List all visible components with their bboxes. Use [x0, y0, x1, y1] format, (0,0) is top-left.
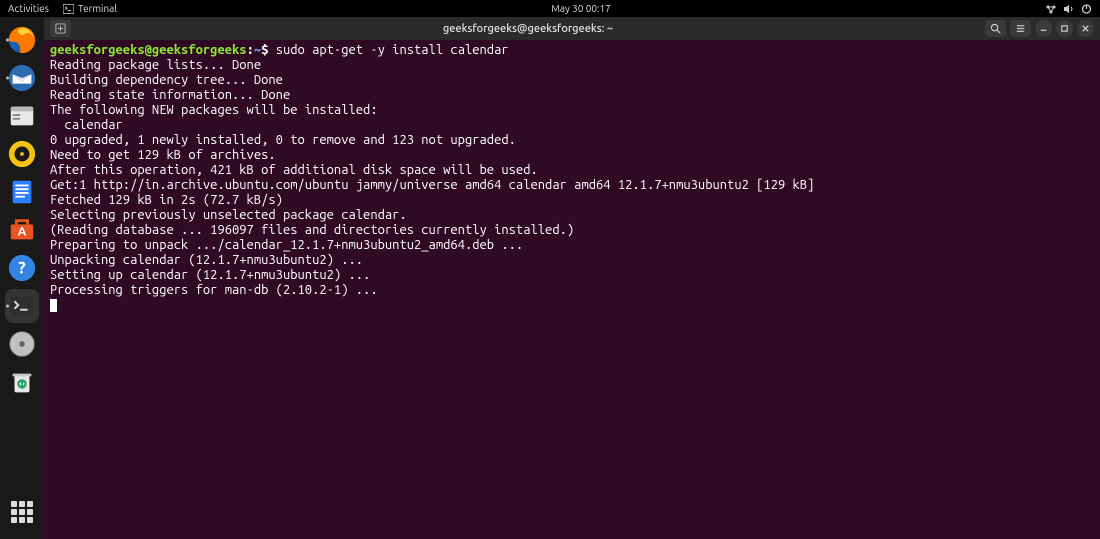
- search-icon: [990, 23, 1001, 34]
- dock-trash[interactable]: [5, 365, 39, 399]
- dock-rhythmbox[interactable]: [5, 137, 39, 171]
- terminal-content[interactable]: geeksforgeeks@geeksforgeeks:~$ sudo apt-…: [44, 40, 1100, 539]
- output-line: Reading package lists... Done: [50, 58, 261, 72]
- maximize-icon: [1060, 24, 1069, 33]
- dock-libreoffice[interactable]: [5, 175, 39, 209]
- dock-firefox[interactable]: [5, 23, 39, 57]
- menu-button[interactable]: [1010, 20, 1031, 37]
- dock-disk[interactable]: [5, 327, 39, 361]
- output-line: Selecting previously unselected package …: [50, 208, 407, 222]
- plus-icon: [55, 23, 66, 34]
- minimize-button[interactable]: [1035, 20, 1052, 37]
- dock-terminal[interactable]: [5, 289, 39, 323]
- output-line: Reading state information... Done: [50, 88, 290, 102]
- cursor: [50, 299, 57, 312]
- output-line: Unpacking calendar (12.1.7+nmu3ubuntu2) …: [50, 253, 363, 267]
- titlebar: geeksforgeeks@geeksforgeeks: ~: [44, 17, 1100, 40]
- power-icon[interactable]: [1081, 4, 1092, 14]
- dock-software[interactable]: A: [5, 213, 39, 247]
- output-line: Fetched 129 kB in 2s (72.7 kB/s): [50, 193, 283, 207]
- dock-apps[interactable]: [5, 495, 39, 529]
- maximize-button[interactable]: [1056, 20, 1073, 37]
- dock-thunderbird[interactable]: [5, 61, 39, 95]
- search-button[interactable]: [985, 20, 1006, 37]
- output-line: Preparing to unpack .../calendar_12.1.7+…: [50, 238, 523, 252]
- topbar-datetime[interactable]: May 30 00:17: [551, 3, 611, 14]
- volume-icon[interactable]: [1063, 4, 1075, 14]
- output-line: After this operation, 421 kB of addition…: [50, 163, 538, 177]
- output-line: Setting up calendar (12.1.7+nmu3ubuntu2)…: [50, 268, 370, 282]
- new-tab-button[interactable]: [50, 20, 71, 37]
- output-line: The following NEW packages will be insta…: [50, 103, 378, 117]
- terminal-window: geeksforgeeks@geeksforgeeks: ~ geeksforg…: [44, 17, 1100, 539]
- output-line: Processing triggers for man-db (2.10.2-1…: [50, 283, 378, 297]
- output-line: Need to get 129 kB of archives.: [50, 148, 276, 162]
- command: sudo apt-get -y install calendar: [276, 43, 509, 57]
- window-title: geeksforgeeks@geeksforgeeks: ~: [75, 23, 981, 35]
- svg-text:?: ?: [18, 259, 25, 278]
- output-line: calendar: [50, 118, 123, 132]
- output-line: (Reading database ... 196097 files and d…: [50, 223, 574, 237]
- output-line: Get:1 http://in.archive.ubuntu.com/ubunt…: [50, 178, 814, 192]
- svg-text:A: A: [18, 226, 27, 239]
- dock-help[interactable]: ?: [5, 251, 39, 285]
- close-button[interactable]: [1077, 20, 1094, 37]
- topbar-app-indicator[interactable]: Terminal: [63, 3, 117, 14]
- topbar-app-label: Terminal: [78, 3, 117, 14]
- network-icon[interactable]: [1045, 4, 1057, 14]
- minimize-icon: [1039, 24, 1048, 33]
- hamburger-icon: [1015, 23, 1026, 34]
- dock-files[interactable]: [5, 99, 39, 133]
- activities-button[interactable]: Activities: [8, 3, 49, 14]
- output-line: Building dependency tree... Done: [50, 73, 283, 87]
- top-panel: Activities Terminal May 30 00:17: [0, 0, 1100, 17]
- output-line: 0 upgraded, 1 newly installed, 0 to remo…: [50, 133, 516, 147]
- dock: A ?: [0, 17, 44, 539]
- terminal-icon: [63, 4, 74, 14]
- prompt-symbol: $: [261, 43, 268, 57]
- prompt-user: geeksforgeeks@geeksforgeeks: [50, 43, 247, 57]
- close-icon: [1081, 24, 1090, 33]
- apps-grid-icon: [11, 501, 33, 523]
